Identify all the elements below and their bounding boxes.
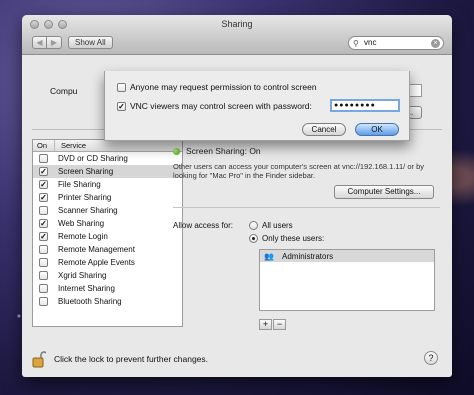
title-bar: Sharing ◀ ▶ Show All ⚲ vnc × <box>22 15 452 55</box>
service-checkbox[interactable]: ✓ <box>39 193 48 202</box>
list-item[interactable]: ✓ Printer Sharing <box>33 191 182 204</box>
service-label: Web Sharing <box>58 219 105 228</box>
column-on[interactable]: On <box>33 140 55 151</box>
vnc-password-checkbox[interactable]: ✓ <box>117 101 126 111</box>
service-checkbox[interactable]: ✓ <box>39 180 48 189</box>
service-checkbox[interactable]: ✓ <box>39 232 48 241</box>
list-item[interactable]: ✓ Web Sharing <box>33 217 182 230</box>
service-checkbox[interactable] <box>39 245 48 254</box>
search-field[interactable]: ⚲ vnc × <box>348 36 444 50</box>
vnc-password-label[interactable]: VNC viewers may control screen with pass… <box>130 101 312 111</box>
service-checkbox[interactable] <box>39 284 48 293</box>
all-users-label[interactable]: All users <box>262 221 293 230</box>
user-label: Administrators <box>282 251 334 261</box>
help-button[interactable]: ? <box>424 351 438 365</box>
list-item[interactable]: Bluetooth Sharing <box>33 295 182 308</box>
list-item[interactable]: DVD or CD Sharing <box>33 152 182 165</box>
divider <box>173 207 440 208</box>
only-these-users-label[interactable]: Only these users: <box>262 234 324 243</box>
service-checkbox[interactable] <box>39 258 48 267</box>
column-service[interactable]: Service <box>55 140 86 151</box>
service-label: Printer Sharing <box>58 193 112 202</box>
list-item[interactable]: Remote Management <box>33 243 182 256</box>
screen-sharing-settings-sheet: Anyone may request permission to control… <box>104 71 410 141</box>
vnc-password-field[interactable]: ●●●●●●●● <box>330 99 400 112</box>
request-permission-row: Anyone may request permission to control… <box>117 82 317 92</box>
service-checkbox[interactable]: ✓ <box>39 167 48 176</box>
lock-text: Click the lock to prevent further change… <box>54 354 209 364</box>
list-item[interactable]: ✓ File Sharing <box>33 178 182 191</box>
service-checkbox[interactable] <box>39 206 48 215</box>
status-text: Screen Sharing: On <box>186 146 261 156</box>
service-label: Scanner Sharing <box>58 206 118 215</box>
lock-icon[interactable] <box>32 350 46 368</box>
list-item[interactable]: 👥 Administrators <box>260 250 434 262</box>
ok-button[interactable]: OK <box>355 123 399 136</box>
back-button[interactable]: ◀ <box>32 36 47 49</box>
nav-segment: ◀ ▶ <box>32 36 62 49</box>
add-user-button[interactable]: + <box>259 319 272 330</box>
service-checkbox[interactable] <box>39 154 48 163</box>
computer-settings-button[interactable]: Computer Settings... <box>334 185 434 199</box>
request-permission-label[interactable]: Anyone may request permission to control… <box>130 82 317 92</box>
service-label: Screen Sharing <box>58 167 114 176</box>
services-list: On Service DVD or CD Sharing ✓ Screen Shar… <box>32 139 183 327</box>
group-icon: 👥 <box>264 251 274 261</box>
only-these-users-radio[interactable] <box>249 234 258 243</box>
service-checkbox[interactable] <box>39 297 48 306</box>
service-checkbox[interactable] <box>39 271 48 280</box>
computer-name-label: Compu <box>50 86 78 96</box>
all-users-radio[interactable] <box>249 221 258 230</box>
list-item[interactable]: Remote Apple Events <box>33 256 182 269</box>
forward-button[interactable]: ▶ <box>47 36 62 49</box>
clear-search-icon[interactable]: × <box>431 39 440 48</box>
allow-access-label: Allow access for: <box>173 221 234 230</box>
status-indicator-icon <box>173 148 180 155</box>
request-permission-checkbox[interactable] <box>117 82 126 92</box>
list-item[interactable]: Internet Sharing <box>33 282 182 295</box>
users-list: 👥 Administrators <box>259 249 435 311</box>
service-label: Remote Apple Events <box>58 258 135 267</box>
window-title: Sharing <box>221 19 253 29</box>
service-label: Xgrid Sharing <box>58 271 107 280</box>
access-info-text: Other users can access your computer's s… <box>173 162 425 180</box>
list-item[interactable]: Xgrid Sharing <box>33 269 182 282</box>
service-label: Bluetooth Sharing <box>58 297 122 306</box>
list-item[interactable]: ✓ Screen Sharing <box>33 165 182 178</box>
search-icon: ⚲ <box>353 39 359 48</box>
list-item[interactable]: ✓ Remote Login <box>33 230 182 243</box>
show-all-button[interactable]: Show All <box>68 36 113 49</box>
list-item[interactable]: Scanner Sharing <box>33 204 182 217</box>
services-header: On Service <box>33 140 182 152</box>
service-checkbox[interactable]: ✓ <box>39 219 48 228</box>
service-label: Internet Sharing <box>58 284 115 293</box>
search-value: vnc <box>364 38 377 47</box>
service-label: Remote Management <box>58 245 135 254</box>
service-label: File Sharing <box>58 180 101 189</box>
cancel-button[interactable]: Cancel <box>302 123 346 136</box>
sharing-window: Sharing ◀ ▶ Show All ⚲ vnc × Compu Edit.… <box>22 15 452 377</box>
service-label: Remote Login <box>58 232 108 241</box>
bottom-bar: Click the lock to prevent further change… <box>22 341 452 377</box>
remove-user-button[interactable]: − <box>273 319 286 330</box>
vnc-password-row: ✓ VNC viewers may control screen with pa… <box>117 101 312 111</box>
service-label: DVD or CD Sharing <box>58 154 128 163</box>
